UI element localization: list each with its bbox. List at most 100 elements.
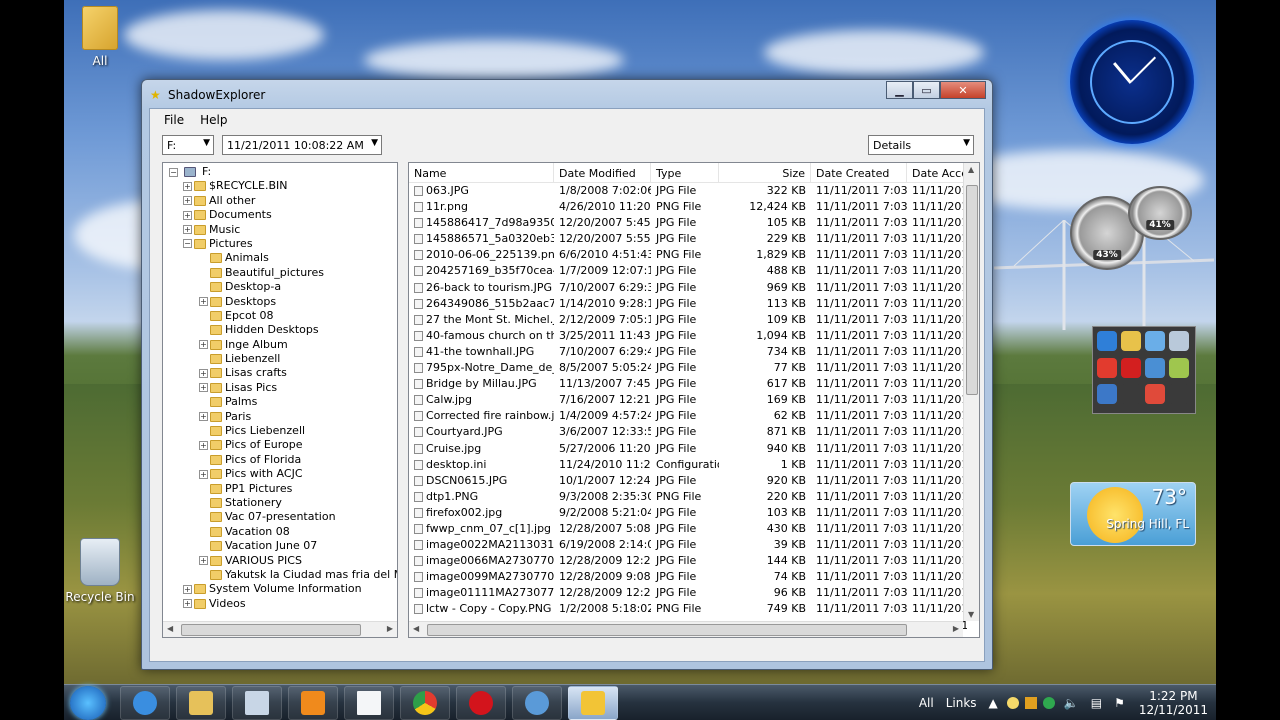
tree-item[interactable]: + Desktops	[169, 295, 397, 309]
scroll-thumb[interactable]	[181, 624, 361, 636]
table-row[interactable]: Cruise.jpg 5/27/2006 11:20:... JPG File 940…	[409, 441, 979, 457]
taskbar-explorer[interactable]	[176, 686, 226, 720]
tree-item[interactable]: + Documents	[169, 208, 397, 222]
ie-icon[interactable]	[1097, 331, 1117, 351]
taskbar-shadowexplorer[interactable]	[568, 686, 618, 720]
expand-icon[interactable]: +	[199, 556, 208, 566]
maximize-button[interactable]: ▭	[913, 81, 940, 99]
tree-item[interactable]: − Pictures	[169, 237, 397, 251]
table-row[interactable]: 2010-06-06_225139.png 6/6/2010 4:51:43 ..…	[409, 247, 979, 263]
expand-icon[interactable]: +	[199, 368, 208, 378]
table-row[interactable]: image01111MA2730770... 12/28/2009 12:29..…	[409, 585, 979, 601]
pdf-icon[interactable]	[1145, 384, 1165, 405]
title-bar[interactable]: ★ ShadowExplorer ▁ ▭ ✕	[142, 80, 992, 108]
column-date-created[interactable]: Date Created	[811, 163, 907, 182]
table-row[interactable]: 26-back to tourism.JPG 7/10/2007 6:29:3..…	[409, 280, 979, 296]
tree-item[interactable]: Vac 07-presentation	[169, 510, 397, 524]
collapse-icon[interactable]: −	[169, 167, 178, 177]
tree-item[interactable]: Stationery	[169, 496, 397, 510]
table-row[interactable]: image0022MA21130315-... 6/19/2008 2:14:0.…	[409, 537, 979, 553]
table-row[interactable]: Corrected fire rainbow.jpg 1/4/2009 4:57:…	[409, 408, 979, 424]
menu-help[interactable]: Help	[192, 113, 235, 127]
toolbar-links[interactable]: Links	[946, 696, 977, 710]
tree-item[interactable]: Vacation 08	[169, 525, 397, 539]
expand-icon[interactable]: +	[183, 599, 192, 609]
tree-item[interactable]: Pics of Florida	[169, 453, 397, 467]
expand-icon[interactable]: +	[199, 297, 208, 307]
tray-icon-1[interactable]	[1006, 697, 1019, 709]
expand-icon[interactable]: +	[199, 440, 208, 450]
scroll-thumb[interactable]	[427, 624, 907, 636]
column-size[interactable]: Size	[719, 163, 811, 182]
close-button[interactable]: ✕	[940, 81, 986, 99]
folder-tree[interactable]: − F: + $RECYCLE.BIN + All other + Documents + M…	[162, 162, 398, 638]
tree-horizontal-scrollbar[interactable]: ◀ ▶	[163, 621, 397, 637]
table-row[interactable]: Bridge by Millau.JPG 11/13/2007 7:45:... J…	[409, 376, 979, 392]
drive-select[interactable]: F: ▼	[162, 135, 214, 155]
gear-icon[interactable]	[1145, 357, 1165, 378]
table-row[interactable]: 063.JPG 1/8/2008 7:02:06 ... JPG File 322 K…	[409, 183, 979, 199]
list-horizontal-scrollbar[interactable]: ◀ ▶	[409, 621, 963, 637]
taskbar-blank-window[interactable]	[344, 686, 394, 720]
tree-item[interactable]: + System Volume Information	[169, 582, 397, 596]
memory-meter-gadget[interactable]: 41%	[1128, 186, 1192, 240]
taskbar-opera[interactable]	[456, 686, 506, 720]
action-center-icon[interactable]: ⚑	[1114, 696, 1125, 710]
tree-item[interactable]: Liebenzell	[169, 352, 397, 366]
table-row[interactable]: 40-famous church on the ... 3/25/2011 11:…	[409, 328, 979, 344]
tree-item[interactable]: + Paris	[169, 410, 397, 424]
expand-icon[interactable]: +	[183, 181, 192, 191]
snapshot-date-select[interactable]: 11/21/2011 10:08:22 AM ▼	[222, 135, 382, 155]
column-date-accessed[interactable]: Date Acce	[907, 163, 967, 182]
tree-item[interactable]: + Pics of Europe	[169, 438, 397, 452]
scroll-thumb[interactable]	[966, 185, 978, 395]
taskbar-safari[interactable]	[512, 686, 562, 720]
tree-item[interactable]: Hidden Desktops	[169, 323, 397, 337]
clock-gadget[interactable]	[1070, 20, 1194, 144]
app-launcher-gadget[interactable]	[1092, 326, 1196, 414]
computer-icon[interactable]	[1145, 331, 1165, 351]
column-name[interactable]: Name	[409, 163, 554, 182]
expand-icon[interactable]: +	[183, 584, 192, 594]
table-row[interactable]: DSCN0615.JPG 10/1/2007 12:24:... JPG File 9…	[409, 473, 979, 489]
start-button[interactable]	[70, 686, 106, 720]
tree-item[interactable]: PP1 Pictures	[169, 482, 397, 496]
file-list[interactable]: Name Date Modified Type Size Date Create…	[408, 162, 980, 638]
table-row[interactable]: 11r.png 4/26/2010 11:20:... PNG File 12,424…	[409, 199, 979, 215]
tree-item[interactable]: Desktop-a	[169, 280, 397, 294]
aol-icon[interactable]	[1097, 384, 1117, 405]
collapse-icon[interactable]: −	[183, 239, 192, 249]
tree-item[interactable]: Pics Liebenzell	[169, 424, 397, 438]
globe-icon[interactable]	[1169, 357, 1189, 378]
table-row[interactable]: desktop.ini 11/24/2010 11:28... Configurat…	[409, 457, 979, 473]
table-row[interactable]: image0066MA27307707-... 12/28/2009 12:29.…	[409, 553, 979, 569]
expand-icon[interactable]: +	[199, 412, 208, 422]
show-hidden-icons[interactable]: ▲	[989, 696, 998, 710]
table-row[interactable]: lctw - Copy - Copy.PNG 1/2/2008 5:18:02 .…	[409, 601, 979, 617]
tree-item[interactable]: + Lisas crafts	[169, 366, 397, 380]
tray-icon-2[interactable]	[1024, 697, 1037, 709]
taskbar-document[interactable]	[232, 686, 282, 720]
opera-icon[interactable]	[1121, 357, 1141, 378]
toolbar-all[interactable]: All	[919, 696, 934, 710]
desktop-icon-recycle-bin[interactable]: Recycle Bin	[64, 538, 136, 604]
taskbar-ie[interactable]	[120, 686, 170, 720]
tree-item[interactable]: + VARIOUS PICS	[169, 554, 397, 568]
expand-icon[interactable]: +	[199, 383, 208, 393]
table-row[interactable]: 27 the Mont St. Michel.JPG 2/12/2009 7:05…	[409, 312, 979, 328]
table-row[interactable]: 41-the townhall.JPG 7/10/2007 6:29:4... JP…	[409, 344, 979, 360]
table-row[interactable]: Calw.jpg 7/16/2007 12:21:... JPG File 169 K…	[409, 392, 979, 408]
tree-item[interactable]: + Music	[169, 223, 397, 237]
table-row[interactable]: Courtyard.JPG 3/6/2007 12:33:5... JPG File…	[409, 424, 979, 440]
taskbar-clock[interactable]: 1:22 PM 12/11/2011	[1139, 689, 1208, 717]
taskbar-chrome[interactable]	[400, 686, 450, 720]
table-row[interactable]: 145886417_7d98a93508[... 12/20/2007 5:45:…	[409, 215, 979, 231]
tree-item[interactable]: Epcot 08	[169, 309, 397, 323]
view-select[interactable]: Details ▼	[868, 135, 974, 155]
minimize-button[interactable]: ▁	[886, 81, 913, 99]
expand-icon[interactable]: +	[183, 210, 192, 220]
tree-item[interactable]: + Inge Album	[169, 338, 397, 352]
menu-file[interactable]: File	[156, 113, 192, 127]
desktop-icon-all[interactable]: All	[64, 6, 136, 68]
network-icon[interactable]: ▤	[1091, 696, 1102, 710]
